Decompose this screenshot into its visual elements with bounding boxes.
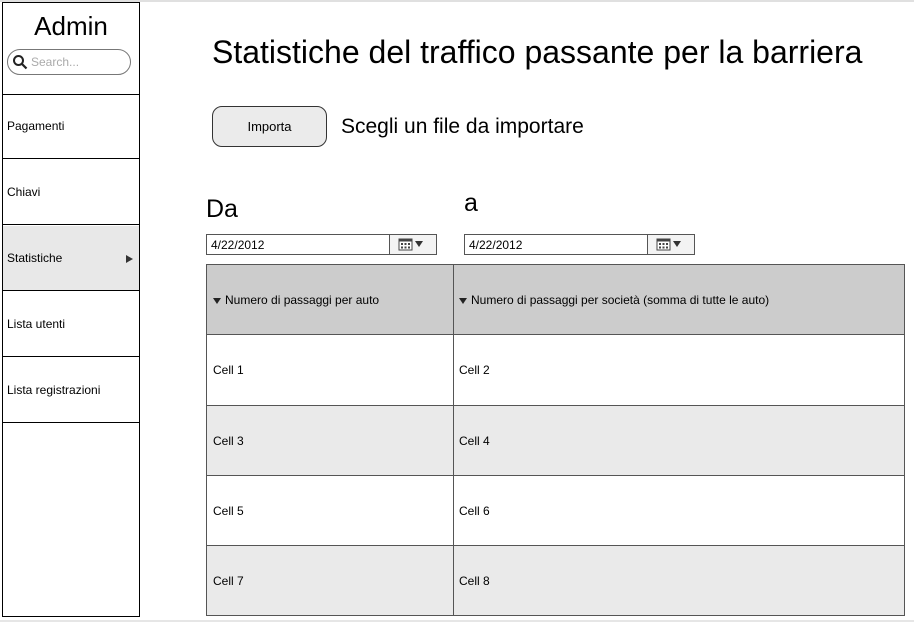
sidebar-item-label: Lista registrazioni: [7, 383, 101, 397]
sidebar-header: Admin Search...: [3, 3, 139, 95]
table-cell: Cell 8: [459, 574, 490, 588]
search-icon: [12, 54, 28, 70]
sidebar-item-pagamenti[interactable]: Pagamenti: [3, 94, 139, 159]
table-cell: Cell 4: [459, 434, 490, 448]
page-title: Statistiche del traffico passante per la…: [212, 34, 863, 70]
column-header-label: Numero di passaggi per società (somma di…: [471, 293, 770, 307]
sidebar-item-statistiche[interactable]: Statistiche: [3, 226, 139, 291]
table-cell: Cell 7: [213, 574, 244, 588]
to-date-label: a: [464, 189, 478, 217]
column-header-societa[interactable]: Numero di passaggi per società (somma di…: [459, 265, 769, 335]
statistics-table: Numero di passaggi per auto Numero di pa…: [206, 264, 905, 616]
sort-arrow-icon: [459, 297, 467, 304]
table-row: Cell 7 Cell 8: [207, 545, 904, 615]
import-button[interactable]: Importa: [212, 106, 327, 147]
sidebar-item-chiavi[interactable]: Chiavi: [3, 160, 139, 225]
sidebar-item-lista-utenti[interactable]: Lista utenti: [3, 292, 139, 357]
table-cell: Cell 6: [459, 504, 490, 518]
file-choose-label: Scegli un file da importare: [341, 115, 584, 138]
table-cell: Cell 1: [213, 363, 244, 377]
from-date-picker[interactable]: 4/22/2012: [206, 234, 437, 255]
from-date-label: Da: [206, 195, 238, 223]
chevron-right-icon: [126, 255, 133, 263]
sidebar: Admin Search... Pagamenti Chiavi Statist…: [2, 2, 140, 617]
sort-arrow-icon: [213, 297, 221, 304]
calendar-icon: [398, 238, 423, 251]
table-cell: Cell 2: [459, 363, 490, 377]
from-date-calendar-button[interactable]: [389, 235, 436, 254]
column-header-label: Numero di passaggi per auto: [225, 293, 380, 307]
table-row: Cell 3 Cell 4: [207, 405, 904, 475]
from-date-value: 4/22/2012: [211, 238, 265, 252]
column-divider: [453, 265, 454, 615]
table-row: Cell 1 Cell 2: [207, 335, 904, 405]
sidebar-item-label: Lista utenti: [7, 317, 66, 331]
bottom-border: [0, 620, 914, 622]
column-header-auto[interactable]: Numero di passaggi per auto: [213, 265, 379, 335]
to-date-value: 4/22/2012: [469, 238, 523, 252]
sidebar-item-label: Pagamenti: [7, 119, 65, 133]
sidebar-item-label: Chiavi: [7, 185, 41, 199]
sidebar-item-label: Statistiche: [7, 251, 63, 265]
search-box[interactable]: Search...: [7, 49, 131, 75]
table-header-row: Numero di passaggi per auto Numero di pa…: [207, 265, 904, 335]
sidebar-title: Admin: [34, 11, 108, 41]
sidebar-item-lista-registrazioni[interactable]: Lista registrazioni: [3, 358, 139, 423]
to-date-picker[interactable]: 4/22/2012: [464, 234, 695, 255]
calendar-icon: [656, 238, 681, 251]
table-row: Cell 5 Cell 6: [207, 475, 904, 545]
to-date-calendar-button[interactable]: [647, 235, 694, 254]
table-cell: Cell 5: [213, 504, 244, 518]
table-cell: Cell 3: [213, 434, 244, 448]
search-placeholder: Search...: [31, 55, 80, 69]
